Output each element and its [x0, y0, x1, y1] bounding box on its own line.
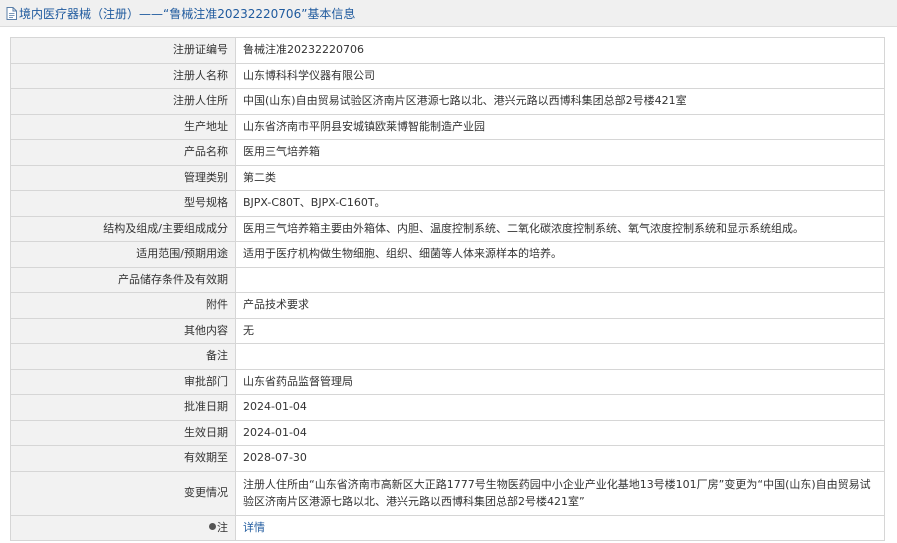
table-row: 附件 产品技术要求 — [10, 292, 885, 319]
field-value: 注册人住所由“山东省济南市高新区大正路1777号生物医药园中小企业产业化基地13… — [235, 470, 885, 516]
table-row: 产品储存条件及有效期 — [10, 266, 885, 293]
note-icon — [209, 523, 216, 531]
field-value: 山东博科科学仪器有限公司 — [235, 62, 885, 89]
info-table: 注册证编号 鲁械注准20232220706 注册人名称 山东博科科学仪器有限公司… — [10, 37, 885, 541]
field-label: 注册证编号 — [10, 37, 236, 64]
table-row: 结构及组成/主要组成成分 医用三气培养箱主要由外箱体、内胆、温度控制系统、二氧化… — [10, 215, 885, 242]
table-row: 变更情况 注册人住所由“山东省济南市高新区大正路1777号生物医药园中小企业产业… — [10, 470, 885, 516]
table-row: 批准日期 2024-01-04 — [10, 394, 885, 421]
page-header: 境内医疗器械（注册）——“鲁械注准20232220706”基本信息 — [0, 0, 897, 27]
table-row: 适用范围/预期用途 适用于医疗机构做生物细胞、组织、细菌等人体来源样本的培养。 — [10, 241, 885, 268]
field-label: 适用范围/预期用途 — [10, 241, 236, 268]
field-label: 产品名称 — [10, 139, 236, 166]
table-row: 备注 — [10, 343, 885, 370]
field-value — [235, 343, 885, 370]
table-row: 其他内容 无 — [10, 317, 885, 344]
field-value: 山东省济南市平阴县安城镇欧莱博智能制造产业园 — [235, 113, 885, 140]
field-label: 注册人住所 — [10, 88, 236, 115]
field-value: BJPX-C80T、BJPX-C160T。 — [235, 190, 885, 217]
field-value: 无 — [235, 317, 885, 344]
page-title: 境内医疗器械（注册）——“鲁械注准20232220706”基本信息 — [19, 6, 356, 21]
table-row: 生效日期 2024-01-04 — [10, 419, 885, 446]
field-value — [235, 266, 885, 293]
table-row: 管理类别 第二类 — [10, 164, 885, 191]
field-value: 医用三气培养箱 — [235, 139, 885, 166]
note-value-cell: 详情 — [235, 514, 885, 541]
field-value: 山东省药品监督管理局 — [235, 368, 885, 395]
table-row: 型号规格 BJPX-C80T、BJPX-C160T。 — [10, 190, 885, 217]
field-value: 2028-07-30 — [235, 445, 885, 472]
field-value: 产品技术要求 — [235, 292, 885, 319]
field-label: 附件 — [10, 292, 236, 319]
field-label: 其他内容 — [10, 317, 236, 344]
field-value: 中国(山东)自由贸易试验区济南片区港源七路以北、港兴元路以西博科集团总部2号楼4… — [235, 88, 885, 115]
field-label: 结构及组成/主要组成成分 — [10, 215, 236, 242]
field-value: 适用于医疗机构做生物细胞、组织、细菌等人体来源样本的培养。 — [235, 241, 885, 268]
field-label: 变更情况 — [10, 470, 236, 516]
field-label: 注册人名称 — [10, 62, 236, 89]
table-row: 生产地址 山东省济南市平阴县安城镇欧莱博智能制造产业园 — [10, 113, 885, 140]
table-row: 注册人名称 山东博科科学仪器有限公司 — [10, 62, 885, 89]
field-label: 备注 — [10, 343, 236, 370]
table-row: 注册人住所 中国(山东)自由贸易试验区济南片区港源七路以北、港兴元路以西博科集团… — [10, 88, 885, 115]
table-row: 产品名称 医用三气培养箱 — [10, 139, 885, 166]
note-row: 注 详情 — [10, 514, 885, 541]
field-label: 审批部门 — [10, 368, 236, 395]
field-value: 2024-01-04 — [235, 394, 885, 421]
field-value: 鲁械注准20232220706 — [235, 37, 885, 64]
table-row: 注册证编号 鲁械注准20232220706 — [10, 37, 885, 64]
field-label: 管理类别 — [10, 164, 236, 191]
table-row: 审批部门 山东省药品监督管理局 — [10, 368, 885, 395]
field-label: 产品储存条件及有效期 — [10, 266, 236, 293]
table-row: 有效期至 2028-07-30 — [10, 445, 885, 472]
field-value: 2024-01-04 — [235, 419, 885, 446]
field-label: 有效期至 — [10, 445, 236, 472]
note-label: 注 — [217, 520, 228, 534]
field-label: 生效日期 — [10, 419, 236, 446]
field-value: 第二类 — [235, 164, 885, 191]
details-link[interactable]: 详情 — [243, 521, 265, 534]
field-label: 生产地址 — [10, 113, 236, 140]
field-label: 批准日期 — [10, 394, 236, 421]
note-label-cell: 注 — [10, 514, 236, 541]
document-icon — [6, 6, 17, 20]
field-label: 型号规格 — [10, 190, 236, 217]
field-value: 医用三气培养箱主要由外箱体、内胆、温度控制系统、二氧化碳浓度控制系统、氧气浓度控… — [235, 215, 885, 242]
